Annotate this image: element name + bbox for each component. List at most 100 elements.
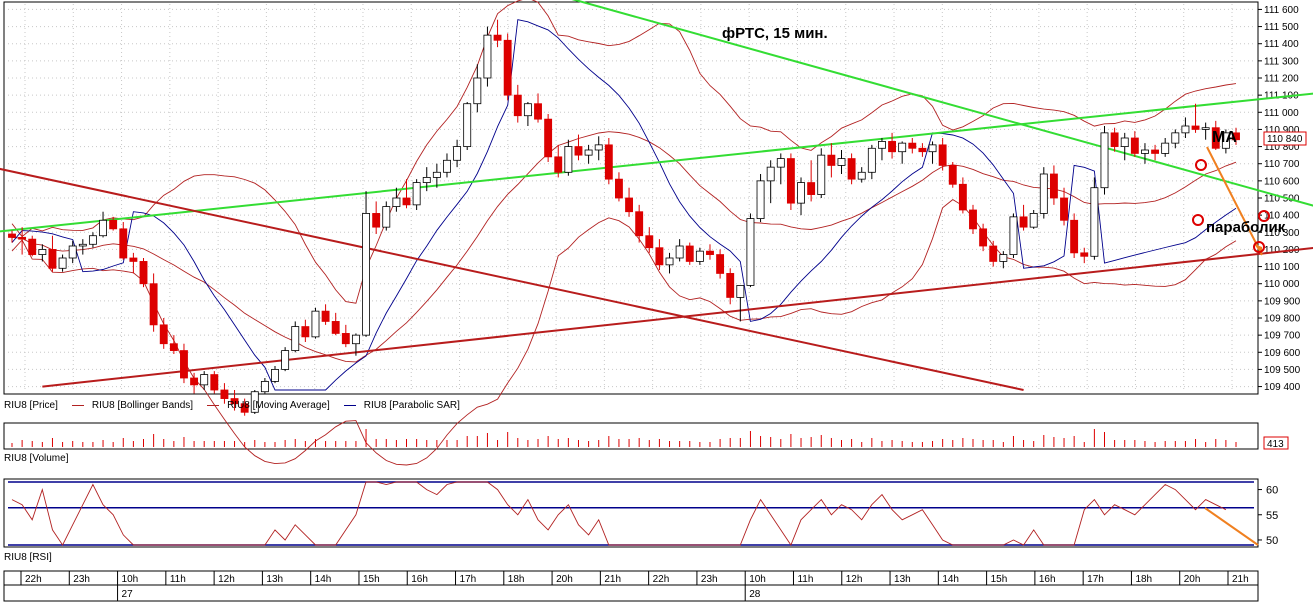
candle — [281, 347, 290, 372]
time-label: 12h — [218, 574, 235, 585]
time-label: 17h — [1087, 574, 1104, 585]
legend-bollinger: RIU8 [Bollinger Bands] — [71, 400, 193, 411]
price-tick-label: 109 800 — [1264, 314, 1301, 325]
time-label: 18h — [508, 574, 525, 585]
candle — [1120, 132, 1129, 161]
forecast-arrow-rsi — [1204, 507, 1259, 546]
candle-body — [786, 158, 795, 204]
annotation-parabolic: параболик — [1206, 219, 1286, 236]
candle-body — [311, 310, 320, 338]
candle — [695, 247, 704, 265]
candle — [625, 187, 633, 217]
candle — [615, 172, 623, 202]
candle-body — [1201, 127, 1210, 130]
candle — [453, 139, 462, 168]
rsi-tick-label: 60 — [1266, 485, 1278, 497]
candle — [139, 258, 148, 288]
price-tick-label: 111 000 — [1264, 108, 1299, 119]
candle-body — [1080, 252, 1089, 257]
candle — [483, 26, 492, 87]
candle — [675, 239, 684, 262]
candle — [837, 150, 846, 174]
candle — [180, 343, 188, 384]
candle-body — [878, 141, 886, 149]
candle — [169, 335, 178, 354]
candle-body — [341, 333, 350, 345]
volume-panel-label: RIU8 [Volume] — [4, 453, 69, 464]
rsi-series: 60 55 50 — [8, 481, 1278, 547]
candle — [28, 235, 37, 257]
candle-body — [18, 237, 27, 240]
time-label: 11h — [170, 574, 186, 585]
time-label: 14h — [942, 574, 959, 585]
time-label: 20h — [1184, 574, 1201, 585]
last-price-label: 110 840 — [1267, 134, 1303, 145]
candle — [574, 134, 583, 161]
candle-body — [766, 166, 775, 182]
price-tick-label: 110 000 — [1264, 279, 1300, 290]
candle — [564, 139, 573, 176]
candle — [190, 372, 199, 394]
candle-body — [615, 178, 623, 199]
time-label: 21h — [1232, 574, 1249, 585]
candle-body — [402, 197, 411, 206]
candle-body — [291, 326, 300, 351]
time-label: 23h — [701, 574, 718, 585]
candle-body — [908, 142, 917, 149]
candle — [1009, 213, 1018, 258]
price-tick-label: 111 400 — [1264, 39, 1299, 50]
candle-body — [534, 103, 542, 120]
candle-body — [321, 310, 330, 322]
time-label: 14h — [315, 574, 332, 585]
candle-body — [867, 147, 876, 173]
candle-body — [190, 377, 199, 386]
candle-body — [1009, 216, 1018, 255]
candle — [604, 138, 613, 185]
candle-body — [756, 180, 765, 219]
candle — [776, 153, 785, 185]
candle-body — [706, 250, 714, 255]
candle-body — [584, 149, 593, 156]
candle — [1049, 165, 1058, 205]
candle-body — [1120, 137, 1129, 147]
candle-body — [948, 165, 957, 185]
time-label: 16h — [411, 574, 428, 585]
rsi-panel-label: RIU8 [RSI] — [4, 552, 52, 563]
candle — [321, 304, 330, 325]
candle-body — [8, 233, 16, 238]
candle-body — [1171, 132, 1180, 144]
candle — [503, 33, 512, 101]
time-label: 15h — [991, 574, 1008, 585]
time-label: 17h — [460, 574, 477, 585]
parabolic-sar-line — [11, 19, 1237, 391]
candle — [797, 177, 805, 216]
price-tick-label: 109 500 — [1264, 365, 1301, 376]
candle — [544, 114, 553, 162]
candle — [38, 244, 47, 262]
candle-body — [1161, 142, 1170, 154]
price-tick-label: 110 700 — [1264, 159, 1300, 170]
time-label: 15h — [363, 574, 380, 585]
candle — [857, 167, 866, 183]
candle-body — [513, 94, 522, 117]
price-tick-label: 109 600 — [1264, 348, 1301, 359]
candle-body — [372, 213, 381, 228]
candle — [311, 307, 320, 339]
candle-body — [109, 219, 118, 230]
candle — [645, 227, 654, 253]
candle — [878, 138, 886, 161]
volume-bars — [11, 429, 1237, 447]
candle — [1029, 210, 1038, 229]
candle — [1191, 103, 1200, 133]
candle — [938, 138, 947, 171]
marker-circle — [1192, 214, 1204, 226]
candle — [68, 240, 77, 264]
candle — [1100, 126, 1109, 195]
candle-body — [271, 369, 279, 382]
candle-body — [726, 273, 735, 298]
candle-body — [38, 249, 47, 255]
candle — [716, 249, 725, 279]
candle-body — [58, 257, 67, 269]
candle-body — [443, 159, 451, 173]
candle-body — [857, 171, 866, 180]
